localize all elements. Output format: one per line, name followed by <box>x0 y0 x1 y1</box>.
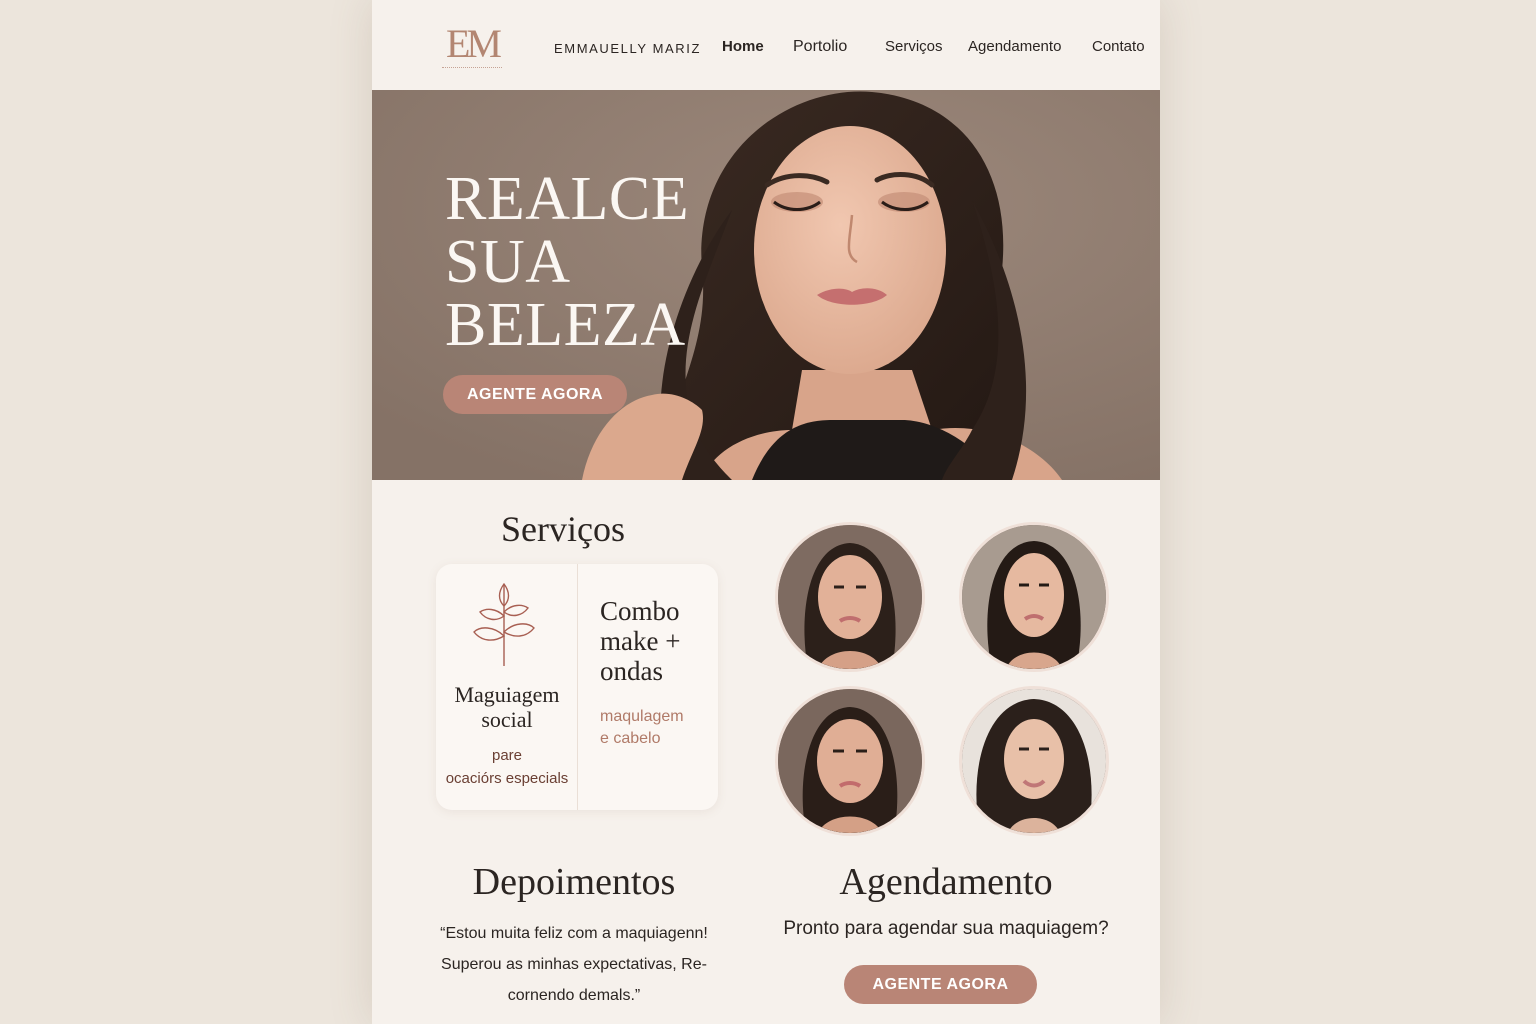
hero-book-now-button[interactable]: AGENTE AGORA <box>443 375 627 414</box>
quote-line: “Estou muita feliz com a maquiagenn! <box>440 925 708 942</box>
services-card: Maguiagem social pare ocaciórs especials… <box>436 564 718 810</box>
booking-title: Agendamento <box>839 861 1053 903</box>
hero-section: REALCE SUA BELEZA AGENTE AGORA <box>372 90 1160 480</box>
gallery-portrait-3[interactable] <box>775 686 925 836</box>
nav-portfolio[interactable]: Portolio <box>793 38 847 56</box>
hero-title: REALCE SUA BELEZA <box>445 168 705 357</box>
nav-contato[interactable]: Contato <box>1092 38 1145 55</box>
quote-line: Superou as minhas expectativas, Re- <box>441 956 707 973</box>
service-desc-line: ocaciórs especials <box>445 770 569 787</box>
booking-text: Pronto para agendar sua maquiagem? <box>783 918 1109 939</box>
service-description: pare ocaciórs especials <box>436 744 578 790</box>
logo-tagline <box>442 67 502 70</box>
nav-home[interactable]: Home <box>722 38 764 55</box>
service-description: maqulagem e cabelo <box>600 706 684 750</box>
service-desc-line: pare <box>491 747 523 764</box>
service-name: Maguiagem social <box>436 682 578 732</box>
site-header: EM EMMAUELLY MARIZ Home Portolio Serviço… <box>372 0 1160 90</box>
service-name-line: Combo <box>600 596 680 626</box>
gallery-portrait-1[interactable] <box>775 522 925 672</box>
service-desc-line: e cabelo <box>600 730 661 747</box>
quote-line: cornendo demals.” <box>507 987 641 1004</box>
hero-title-line: REALCE <box>445 165 690 233</box>
leaf-icon <box>473 582 535 666</box>
services-title: Serviços <box>501 509 625 549</box>
gallery-portrait-4[interactable] <box>959 686 1109 836</box>
booking-book-now-button[interactable]: AGENTE AGORA <box>844 965 1037 1004</box>
service-desc-line: maqulagem <box>600 708 684 725</box>
brand-name: EMMAUELLY MARIZ <box>554 41 702 56</box>
testimonial-quote: “Estou muita feliz com a maquiagenn! Sup… <box>424 918 724 1011</box>
nav-servicos[interactable]: Serviços <box>885 38 943 55</box>
logo-mark: EM <box>446 21 502 66</box>
service-name-line: Maguiagem <box>454 682 560 707</box>
nav-agendamento[interactable]: Agendamento <box>968 38 1061 55</box>
service-name-line: social <box>481 707 533 732</box>
hero-title-line: SUA <box>445 228 571 296</box>
landing-page: EM EMMAUELLY MARIZ Home Portolio Serviço… <box>372 0 1160 1024</box>
gallery-portrait-2[interactable] <box>959 522 1109 672</box>
service-name: Combo make + ondas <box>600 596 680 686</box>
logo[interactable]: EM <box>440 24 504 74</box>
testimonials-title: Depoimentos <box>472 861 676 903</box>
hero-title-line: BELEZA <box>445 291 686 359</box>
service-name-line: make + <box>600 626 681 656</box>
service-name-line: ondas <box>600 656 663 686</box>
